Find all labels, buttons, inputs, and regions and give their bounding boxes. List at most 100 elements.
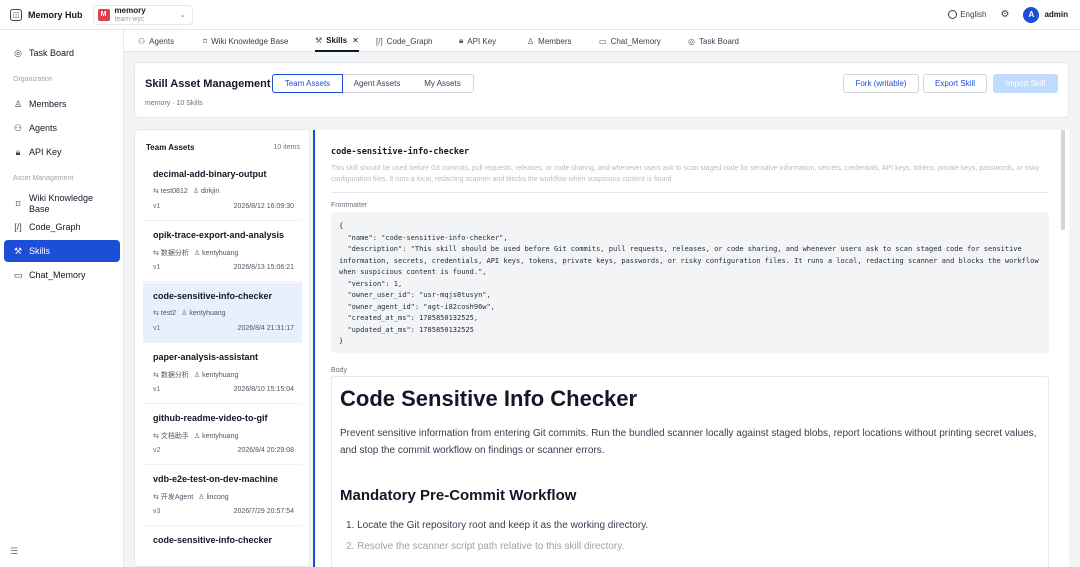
tab-code-graph[interactable]: [/] Code_Graph [376,30,432,52]
list-item-selected[interactable]: code-sensitive-info-checker ⇆ test2 ♙ kenty… [143,283,302,343]
panel-splitter[interactable] [313,130,315,567]
skill-version: v2 [153,447,161,454]
chat-icon: ▭ [599,36,607,46]
user-icon: ♙ [192,188,200,195]
tab-agents[interactable]: ⚇ Agents [138,30,174,52]
tab-my-assets[interactable]: My Assets [412,74,474,93]
group-icon: ⇆ [153,188,159,195]
gear-icon[interactable]: ⚙ [1000,9,1009,20]
page-header: Skill Asset Management Team Assets Agent… [134,62,1069,118]
skill-group: 文档助手 [160,433,189,440]
skill-version: v3 [153,508,161,515]
tab-chat-memory[interactable]: ▭ Chat_Memory [599,30,661,52]
tab-label: Skills [326,35,348,45]
divider [331,192,1049,193]
group-icon: ⇆ [153,433,159,440]
sidebar-item-label: Members [29,99,67,109]
sidebar-item-label: Wiki Knowledge Base [29,193,94,214]
list-title: Team Assets [146,143,195,152]
tab-api-key[interactable]: 🔒︎ API Key [459,30,496,52]
users-icon: ⚇ [138,36,146,46]
user-icon: ♙ [193,372,201,379]
skill-detail-panel: code-sensitive-info-checker This skill s… [316,130,1069,567]
sidebar-item-agents[interactable]: ⚇ Agents [4,117,120,139]
brain-icon: ◫ [10,8,22,21]
collapse-sidebar-icon[interactable]: ☰ [10,546,18,557]
bookmark-icon: ⌑ [15,198,21,209]
tab-wiki[interactable]: ⌑ Wiki Knowledge Base [203,30,288,52]
tab-skills[interactable]: ⚒ Skills ✕ [315,30,359,52]
skill-name: vdb-e2e-test-on-dev-machine [153,474,279,484]
frontmatter-block: { "name": "code-sensitive-info-checker",… [331,212,1049,353]
skill-name: code-sensitive-info-checker [153,291,273,301]
sidebar-group-organization: Organization [13,76,53,83]
space-avatar: M [97,8,110,21]
skill-detail-name: code-sensitive-info-checker [331,147,470,157]
page-title: Skill Asset Management [145,78,271,90]
close-icon[interactable]: ✕ [352,36,359,45]
sidebar-item-label: Agents [29,123,58,133]
group-icon: ⇆ [153,372,159,379]
sidebar-item-chat-memory[interactable]: ▭ Chat_Memory [4,264,120,286]
task-board-icon: ◎ [688,36,695,46]
sidebar-item-wiki[interactable]: ⌑ Wiki Knowledge Base [4,190,120,218]
language-switch[interactable]: English [948,10,986,19]
app-title: Memory Hub [28,9,83,20]
sidebar-item-api-key[interactable]: 🔒︎ API Key [4,141,120,163]
skill-updated-time: 2026/8/12 16:09:30 [233,203,294,210]
list-item[interactable]: decimal-add-binary-output ⇆ test0812 ♙ dirk… [143,161,302,221]
export-skill-button[interactable]: Export Skill [923,74,987,93]
code-icon: [/] [14,222,22,232]
list-count: 10 items [273,144,300,151]
list-item[interactable]: opik-trace-export-and-analysis ⇆ 数据分析 ♙ ken… [143,222,302,282]
sidebar-item-code-graph[interactable]: [/] Code_Graph [4,216,120,238]
tab-agent-assets[interactable]: Agent Assets [342,74,413,93]
top-bar: ◫ Memory Hub M memory team-wyc ⌄ English… [0,0,1080,30]
sidebar-item-label: Skills [29,246,51,256]
tab-task-board[interactable]: ◎ Task Board [688,30,739,52]
skill-owner: lincong [206,493,229,501]
tab-label: Chat_Memory [610,36,661,46]
space-name: memory [114,5,146,15]
list-item[interactable]: paper-analysis-assistant ⇆ 数据分析 ♙ kentyhuan… [143,344,302,404]
user-icon: ♙ [193,250,201,257]
tab-label: Members [538,36,572,46]
user-name[interactable]: admin [1044,10,1068,19]
skill-version: v1 [153,325,161,332]
list-item[interactable]: code-sensitive-info-checker [143,527,302,566]
user-icon: ♙ [527,36,535,46]
list-item[interactable]: vdb-e2e-test-on-dev-machine ⇆ 开发Agent ♙ lin… [143,466,302,526]
sidebar: ◎ Task Board Organization ♙ Members ⚇ Ag… [0,30,124,567]
scrollbar-thumb[interactable] [1061,130,1065,230]
tab-label: Agents [149,36,175,46]
frontmatter-label: Frontmatter [331,202,368,209]
tab-members[interactable]: ♙ Members [527,30,572,52]
space-selector[interactable]: M memory team-wyc ⌄ [92,4,193,25]
import-skill-button[interactable]: Import Skill [993,74,1058,93]
skill-name: code-sensitive-info-checker [153,535,273,545]
sidebar-item-label: Task Board [29,48,75,58]
sidebar-item-task-board[interactable]: ◎ Task Board [4,42,120,64]
space-skill-count: memory · 10 Skills [145,100,203,107]
avatar[interactable]: A [1023,6,1040,23]
list-item[interactable]: github-readme-video-to-gif ⇆ 文档助手 ♙ kentyhu… [143,405,302,465]
skill-version: v1 [153,386,161,393]
frontmatter-code: { "name": "code-sensitive-info-checker",… [339,222,1039,345]
skill-list-panel: Team Assets 10 items decimal-add-binary-… [134,129,310,567]
sidebar-item-label: API Key [29,147,62,157]
skill-owner: kentyhuang [189,309,226,317]
sidebar-item-members[interactable]: ♙ Members [4,93,120,115]
skill-owner: kentyhuang [202,432,239,440]
user-icon: ♙ [13,98,23,109]
markdown-list-item: 2. Resolve the scanner script path relat… [346,541,625,552]
app-logo[interactable]: ◫ Memory Hub [10,8,83,21]
tab-team-assets[interactable]: Team Assets [272,74,343,93]
skill-version: v1 [153,203,161,210]
skill-group: 数据分析 [160,250,189,257]
globe-icon [948,10,958,19]
task-board-icon: ◎ [14,47,22,58]
user-icon: ♙ [181,310,188,317]
fork-button[interactable]: Fork (writable) [843,74,919,93]
skill-group: 开发Agent [160,494,194,501]
sidebar-item-skills[interactable]: ⚒ Skills [4,240,120,262]
